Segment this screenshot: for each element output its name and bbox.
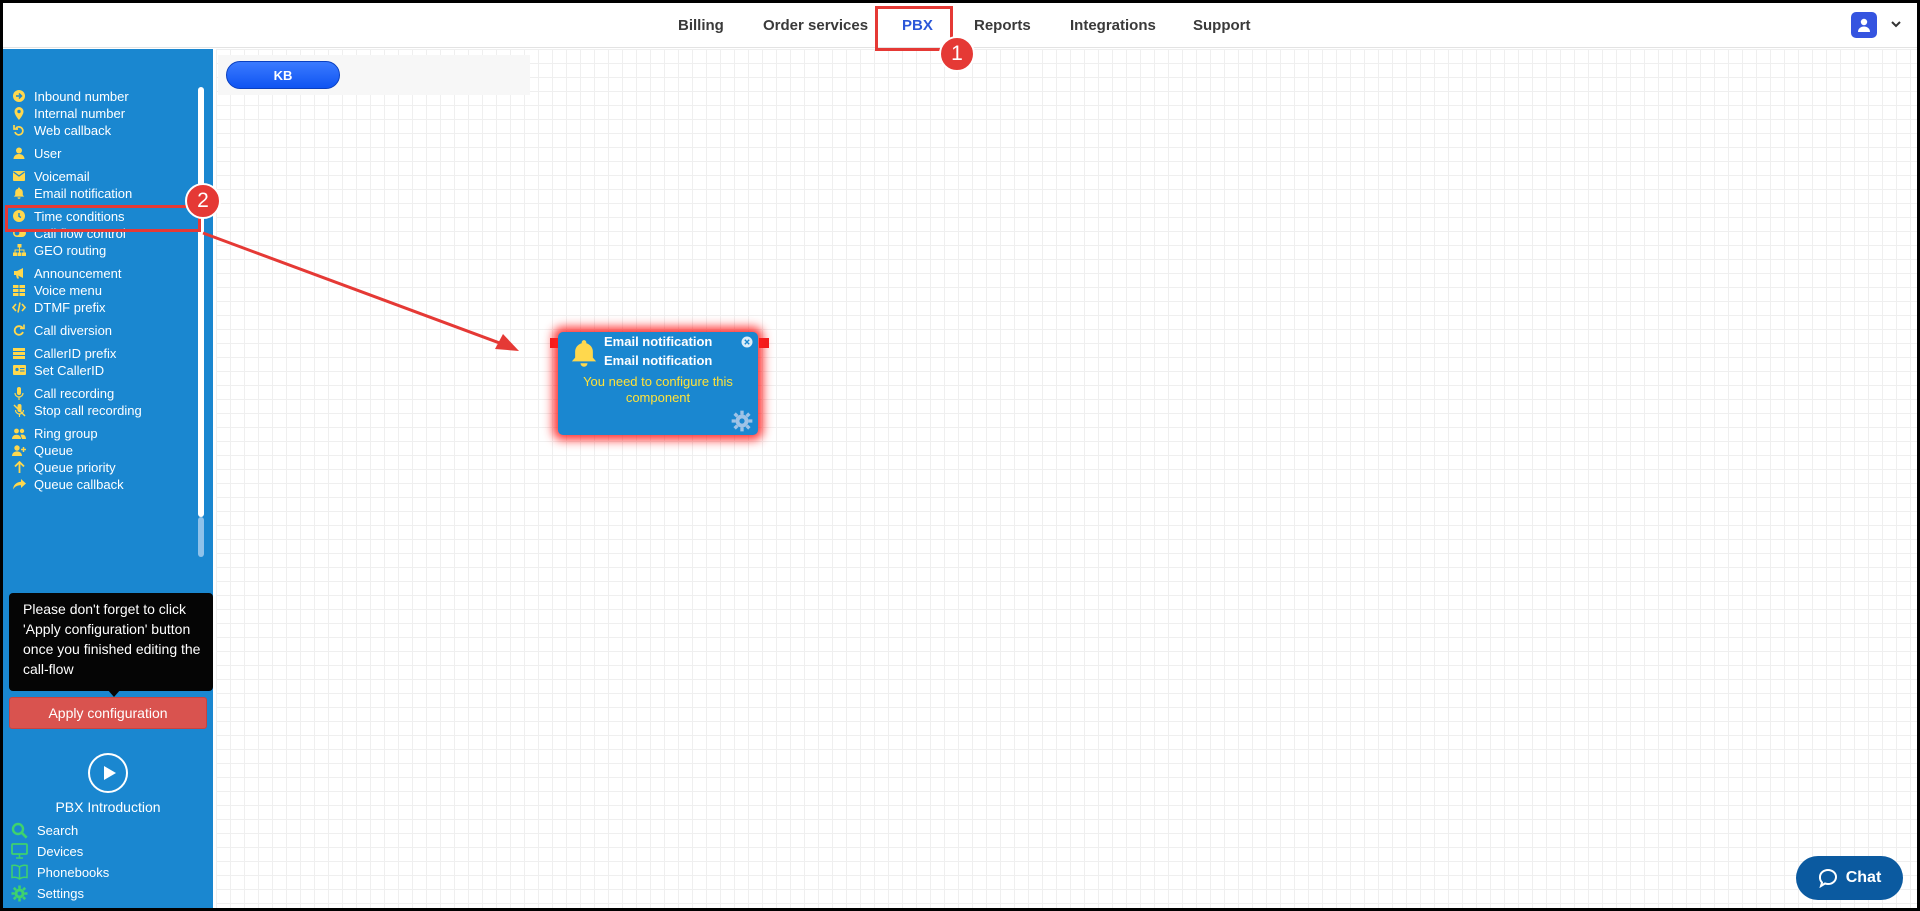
chat-label: Chat	[1845, 869, 1882, 886]
app-window: Billing Order services PBX Reports Integ…	[0, 0, 1920, 911]
chat-button[interactable]: Chat	[1796, 856, 1903, 900]
chat-bubble-icon	[1818, 868, 1837, 888]
annotation-arrow	[202, 231, 519, 351]
